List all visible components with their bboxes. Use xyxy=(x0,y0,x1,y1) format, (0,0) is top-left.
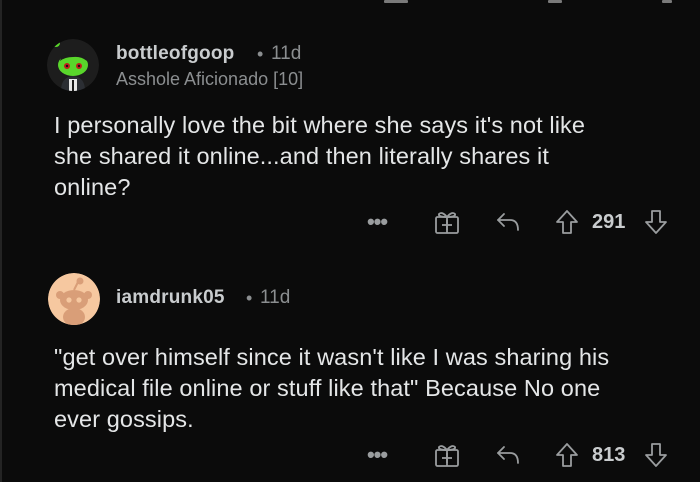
comment-username[interactable]: bottleofgoop xyxy=(116,43,234,65)
comment-username[interactable]: iamdrunk05 xyxy=(116,287,225,309)
more-options-button[interactable]: ••• xyxy=(364,205,390,239)
vote-score: 813 xyxy=(592,444,626,466)
gift-icon xyxy=(435,445,459,467)
upvote-button[interactable] xyxy=(552,205,582,239)
downvote-arrow-icon xyxy=(645,443,667,467)
comment-age: 11d xyxy=(271,43,302,64)
comment-body-line: "get over himself since it wasn't like I… xyxy=(54,344,610,370)
award-button[interactable] xyxy=(432,205,462,239)
comment-actions: ••• 291 xyxy=(0,205,700,239)
previous-comment-actions-edge xyxy=(0,0,700,6)
meta-separator: • xyxy=(246,288,253,308)
meta-separator: • xyxy=(257,44,264,64)
thread-line xyxy=(0,0,2,482)
comment-body-line: online? xyxy=(54,174,131,200)
green-snoo-avatar-icon[interactable] xyxy=(47,39,99,91)
comment-body-line: ever gossips. xyxy=(54,406,194,432)
downvote-arrow-icon xyxy=(645,210,667,234)
gift-icon xyxy=(435,212,459,234)
downvote-button[interactable] xyxy=(641,438,671,472)
vote-score: 291 xyxy=(592,211,626,233)
reply-icon xyxy=(497,213,519,231)
comment-body-line: I personally love the bit where she says… xyxy=(54,112,586,138)
user-flair: Asshole Aficionado [10] xyxy=(116,69,304,89)
more-options-button[interactable]: ••• xyxy=(364,438,390,472)
reply-button[interactable] xyxy=(493,205,523,239)
comment-body-line: she shared it online...and then literall… xyxy=(54,143,549,169)
reply-icon xyxy=(497,446,519,464)
upvote-arrow-icon xyxy=(556,443,578,467)
more-icon: ••• xyxy=(366,442,388,467)
comment-body-line: medical file online or stuff like that" … xyxy=(54,375,601,401)
reply-button[interactable] xyxy=(493,438,523,472)
upvote-button[interactable] xyxy=(552,438,582,472)
more-icon: ••• xyxy=(366,209,388,234)
comment-body: I personally love the bit where she says… xyxy=(54,110,585,203)
downvote-button[interactable] xyxy=(641,205,671,239)
comment-age: 11d xyxy=(260,287,291,308)
comment-actions: ••• 813 xyxy=(0,438,700,472)
award-button[interactable] xyxy=(432,438,462,472)
comment-body: "get over himself since it wasn't like I… xyxy=(54,342,609,435)
default-snoo-avatar-icon[interactable] xyxy=(48,273,100,325)
upvote-arrow-icon xyxy=(556,210,578,234)
